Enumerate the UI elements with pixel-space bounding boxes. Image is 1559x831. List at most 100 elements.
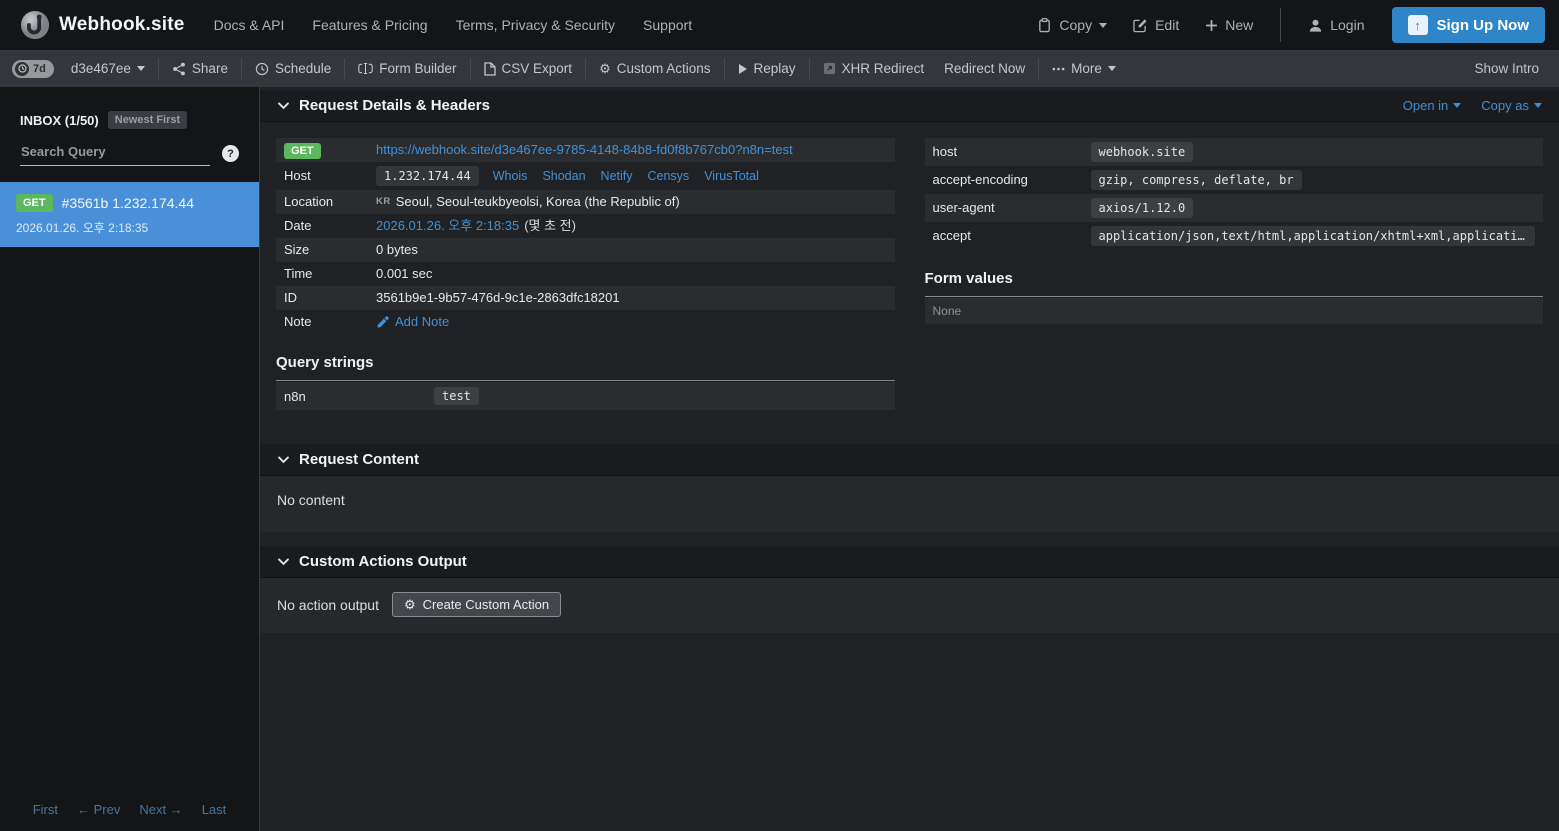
date-link[interactable]: 2026.01.26. 오후 2:18:35 [376, 218, 519, 234]
chevron-down-icon [277, 99, 290, 112]
method-badge: GET [284, 143, 321, 159]
navbar-right: Copy Edit New Login [1024, 0, 1545, 50]
header-row: accept-encoding gzip, compress, deflate,… [925, 166, 1544, 194]
time-value: 0.001 sec [376, 266, 887, 282]
create-custom-action-button[interactable]: ⚙ Create Custom Action [392, 592, 561, 617]
person-icon [1308, 18, 1323, 33]
copy-dropdown[interactable]: Copy [1024, 0, 1120, 50]
censys-link[interactable]: Censys [648, 168, 690, 184]
detail-row-size: Size 0 bytes [276, 238, 895, 262]
toolbar-divider [241, 58, 242, 79]
custom-actions-button[interactable]: ⚙ Custom Actions [589, 50, 720, 87]
header-row: host webhook.site [925, 138, 1544, 166]
token-dropdown[interactable]: d3e467ee [61, 50, 155, 87]
details-panel-body: GET https://webhook.site/d3e467ee-9785-4… [260, 122, 1559, 430]
whois-link[interactable]: Whois [493, 168, 528, 184]
detail-row-location: Location KR Seoul, Seoul-teukbyeolsi, Ko… [276, 190, 895, 214]
login-button[interactable]: Login [1295, 0, 1377, 50]
request-url-link[interactable]: https://webhook.site/d3e467ee-9785-4148-… [376, 142, 793, 158]
date-relative: (몇 초 전) [524, 218, 576, 234]
request-title: #3561b 1.232.174.44 [62, 195, 194, 211]
inbox-title: INBOX (1/50) [20, 113, 99, 128]
new-button[interactable]: New [1192, 0, 1266, 50]
pagination-next[interactable]: Next → [139, 802, 182, 817]
more-dropdown[interactable]: More [1042, 50, 1126, 87]
query-string-row: n8n test [276, 382, 895, 410]
show-intro-button[interactable]: Show Intro [1464, 50, 1547, 87]
request-headers-column: host webhook.site accept-encoding gzip, … [925, 138, 1544, 410]
host-ip-chip: 1.232.174.44 [376, 166, 479, 186]
redirect-now-button[interactable]: Redirect Now [934, 50, 1035, 87]
caret-down-icon [1108, 66, 1116, 71]
replay-button[interactable]: Replay [728, 50, 806, 87]
nav-support[interactable]: Support [630, 0, 705, 50]
pagination-last[interactable]: Last [202, 802, 227, 817]
header-value-chip: gzip, compress, deflate, br [1091, 170, 1302, 190]
header-value-chip: application/json,text/html,application/x… [1091, 226, 1536, 246]
clipboard-icon [1037, 17, 1052, 33]
method-badge: GET [16, 194, 53, 212]
share-button[interactable]: Share [162, 50, 238, 87]
csv-export-button[interactable]: CSV Export [474, 50, 583, 87]
detail-row-time: Time 0.001 sec [276, 262, 895, 286]
detail-row-date: Date 2026.01.26. 오후 2:18:35 (몇 초 전) [276, 214, 895, 238]
file-icon [484, 62, 496, 76]
add-note-button[interactable]: Add Note [376, 314, 449, 330]
details-panel-title: Request Details & Headers [299, 97, 490, 114]
actions-empty-text: No action output [277, 597, 379, 613]
search-input[interactable] [20, 141, 210, 166]
navbar-divider [1280, 8, 1281, 42]
details-panel-header[interactable]: Request Details & Headers Open in Copy a… [260, 90, 1559, 122]
pagination: First ← Prev Next → Last [0, 790, 259, 831]
edit-button[interactable]: Edit [1120, 0, 1192, 50]
shodan-link[interactable]: Shodan [542, 168, 585, 184]
query-key: n8n [284, 389, 434, 404]
content-panel-header[interactable]: Request Content [260, 444, 1559, 476]
sort-order-badge[interactable]: Newest First [108, 111, 187, 129]
header-row: accept application/json,text/html,applic… [925, 222, 1544, 250]
nav-terms-privacy[interactable]: Terms, Privacy & Security [443, 0, 628, 50]
actions-panel-body: No action output ⚙ Create Custom Action [260, 578, 1559, 633]
edit-icon [1133, 18, 1148, 33]
webhook-logo-icon [20, 10, 50, 40]
header-row: user-agent axios/1.12.0 [925, 194, 1544, 222]
brand[interactable]: Webhook.site [14, 10, 199, 40]
netify-link[interactable]: Netify [601, 168, 633, 184]
header-value-chip: webhook.site [1091, 142, 1194, 162]
top-navbar: Webhook.site Docs & API Features & Prici… [0, 0, 1559, 50]
nav-features-pricing[interactable]: Features & Pricing [299, 0, 440, 50]
copy-as-dropdown[interactable]: Copy as [1481, 98, 1542, 113]
xhr-redirect-button[interactable]: XHR Redirect [813, 50, 935, 87]
detail-row-note: Note Add Note [276, 310, 895, 334]
pagination-prev[interactable]: ← Prev [77, 802, 120, 817]
signup-button[interactable]: ↑ Sign Up Now [1392, 7, 1546, 43]
toolbar-divider [470, 58, 471, 79]
plus-icon [1205, 19, 1218, 32]
form-builder-button[interactable]: Form Builder [348, 50, 466, 87]
request-detail-main: Request Details & Headers Open in Copy a… [260, 87, 1559, 831]
divider [925, 296, 1544, 297]
expiry-badge: 7d [12, 60, 54, 78]
requests-sidebar: INBOX (1/50) Newest First ? GET #3561b 1… [0, 87, 260, 831]
play-icon [738, 63, 748, 75]
question-circle-icon[interactable]: ? [222, 145, 239, 162]
ellipsis-icon [1052, 67, 1065, 71]
request-list-item-selected[interactable]: GET #3561b 1.232.174.44 2026.01.26. 오후 2… [0, 182, 259, 247]
detail-row-url: GET https://webhook.site/d3e467ee-9785-4… [276, 138, 895, 162]
actions-panel-header[interactable]: Custom Actions Output [260, 546, 1559, 578]
clock-icon [255, 62, 269, 76]
pagination-first[interactable]: First [33, 802, 58, 817]
open-in-dropdown[interactable]: Open in [1403, 98, 1462, 113]
chevron-down-icon [277, 453, 290, 466]
share-icon [172, 62, 186, 76]
action-toolbar: 7d d3e467ee Share Schedule Form Builder [0, 50, 1559, 87]
gear-icon: ⚙ [404, 598, 416, 611]
virustotal-link[interactable]: VirusTotal [704, 168, 759, 184]
toolbar-divider [585, 58, 586, 79]
request-id-value: 3561b9e1-9b57-476d-9c1e-2863dfc18201 [376, 290, 887, 306]
schedule-button[interactable]: Schedule [245, 50, 341, 87]
nav-docs-api[interactable]: Docs & API [201, 0, 298, 50]
detail-row-host: Host 1.232.174.44 Whois Shodan Netify Ce… [276, 162, 895, 190]
form-builder-icon [358, 62, 373, 75]
toolbar-divider [158, 58, 159, 79]
